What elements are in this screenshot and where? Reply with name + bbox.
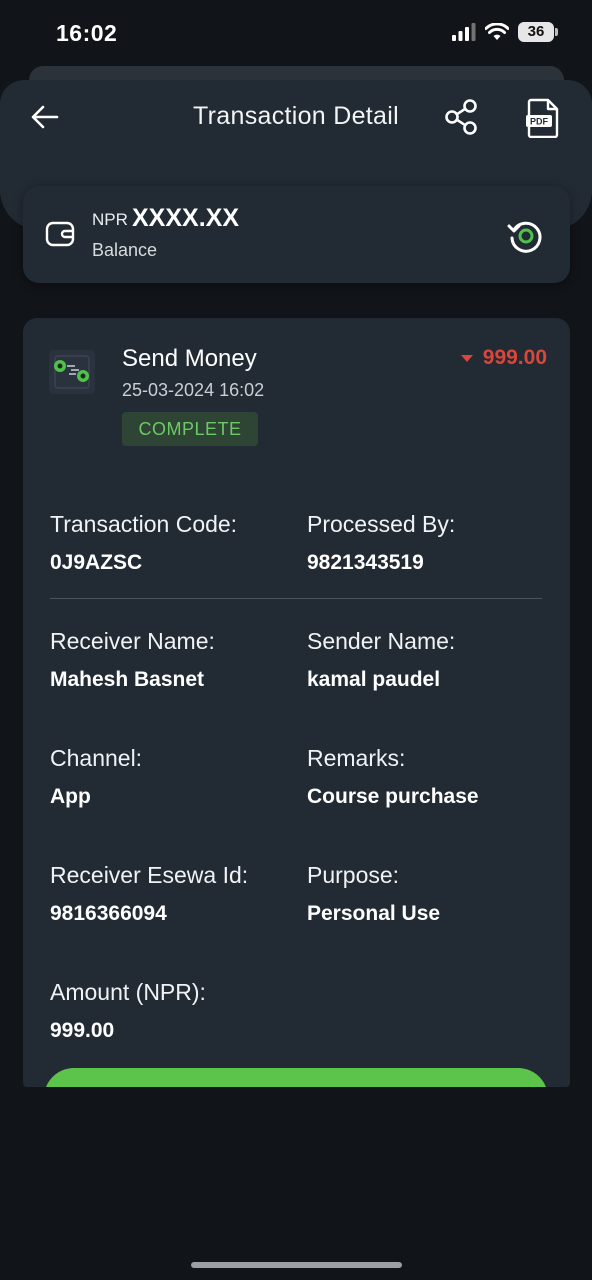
transaction-datetime: 25-03-2024 16:02	[122, 380, 265, 400]
transaction-amount: 999.00	[482, 346, 547, 369]
balance-card: NPR XXXX.XX Balance	[23, 186, 570, 283]
wifi-icon	[485, 23, 509, 40]
page-title: Transaction Detail	[193, 102, 399, 130]
transaction-title: Send Money	[122, 345, 257, 372]
transaction-code-label: Transaction Code:	[50, 511, 238, 537]
status-bar: 16:02 36	[0, 0, 592, 66]
status-icons: 36	[452, 22, 558, 42]
sender-name-value: kamal paudel	[307, 668, 441, 691]
receiver-esewa-id-label: Receiver Esewa Id:	[50, 862, 249, 888]
balance-amount[interactable]: XXXX.XX	[132, 204, 239, 233]
primary-action-button[interactable]	[44, 1068, 548, 1087]
channel-value: App	[50, 785, 91, 808]
amount-npr-label: Amount (NPR):	[50, 979, 206, 1005]
pdf-download-button[interactable]: PDF	[526, 98, 560, 139]
debit-caret-icon	[460, 354, 473, 362]
status-badge: COMPLETE	[122, 412, 258, 446]
purpose-value: Personal Use	[307, 902, 441, 925]
remarks-value: Course purchase	[307, 785, 479, 808]
receiver-esewa-id-value: 9816366094	[50, 902, 167, 925]
remarks-label: Remarks:	[307, 745, 406, 771]
sender-name-label: Sender Name:	[307, 628, 456, 654]
receiver-name-label: Receiver Name:	[50, 628, 215, 654]
transaction-code-value: 0J9AZSC	[50, 551, 143, 574]
processed-by-value: 9821343519	[307, 551, 424, 574]
home-indicator[interactable]	[191, 1262, 402, 1268]
receiver-name-value: Mahesh Basnet	[50, 668, 205, 691]
processed-by-label: Processed By:	[307, 511, 456, 537]
refresh-balance-button[interactable]	[506, 216, 546, 256]
send-money-icon	[47, 348, 97, 396]
purpose-label: Purpose:	[307, 862, 400, 888]
transaction-amount-group: 999.00	[460, 346, 547, 370]
transaction-detail-card: Send Money 25-03-2024 16:02 COMPLETE 999…	[23, 318, 570, 1087]
refresh-icon	[507, 221, 542, 253]
pdf-icon: PDF	[526, 98, 559, 139]
wallet-icon	[45, 220, 75, 248]
balance-label: Balance	[92, 240, 158, 260]
channel-label: Channel:	[50, 745, 143, 771]
svg-text:PDF: PDF	[530, 117, 549, 127]
amount-npr-value: 999.00	[50, 1019, 115, 1042]
signal-icon	[452, 23, 476, 41]
balance-currency: NPR	[92, 210, 128, 229]
status-time: 16:02	[56, 20, 118, 46]
share-icon	[445, 99, 477, 135]
divider	[50, 598, 542, 599]
battery-indicator: 36	[518, 22, 558, 42]
share-button[interactable]	[443, 98, 481, 136]
